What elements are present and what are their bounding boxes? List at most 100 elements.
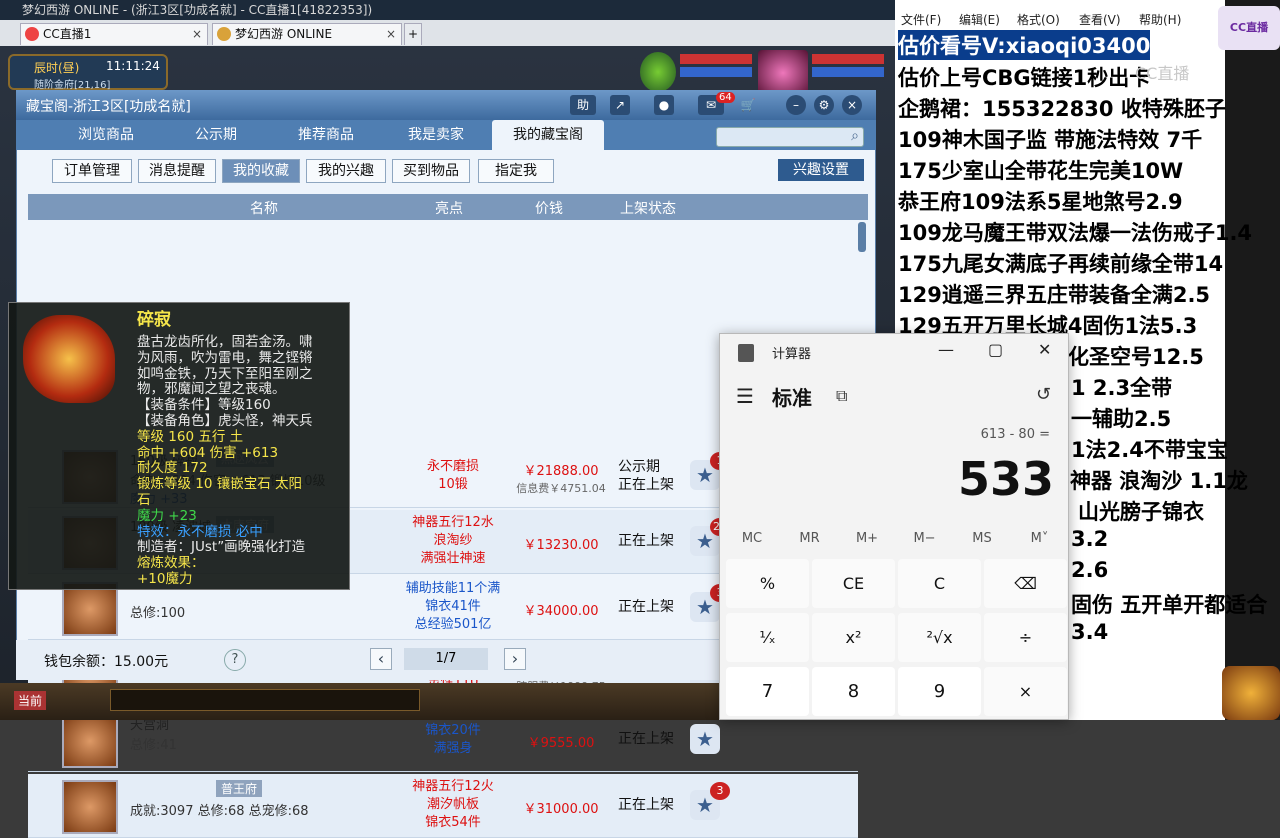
calc-key[interactable]: ÷: [984, 613, 1067, 662]
tab-my-market[interactable]: 我的藏宝阁: [492, 120, 604, 150]
notepad-line[interactable]: 2.6: [1071, 558, 1108, 582]
highlight-text: 辅助技能11个满: [405, 581, 501, 596]
notepad-line[interactable]: 1法2.4不带宝宝: [1071, 434, 1228, 464]
notepad-line[interactable]: 175少室山全带花生完美10W: [898, 155, 1183, 185]
tooltip-line: 熔炼效果：: [137, 555, 205, 572]
table-header: 名称 亮点 价钱 上架状态: [28, 194, 868, 220]
favorite-star-icon[interactable]: ★: [690, 724, 720, 754]
subtab-orders[interactable]: 订单管理: [52, 159, 132, 183]
listing-status: 公示期: [618, 459, 660, 475]
col-status: 上架状态: [620, 201, 676, 217]
notepad-line[interactable]: 企鹅裙：155322830 收特殊胚子: [898, 93, 1226, 123]
keep-on-top-icon[interactable]: ⧉: [836, 386, 847, 406]
notepad-line[interactable]: 一辅助2.5: [1071, 403, 1171, 433]
pet-avatar[interactable]: [640, 52, 676, 92]
chat-input[interactable]: [110, 689, 420, 711]
tab-seller[interactable]: 我是卖家: [386, 120, 486, 150]
notepad-line[interactable]: 129逍遥三界五庄带装备全满2.5: [898, 279, 1210, 309]
calc-key[interactable]: C: [898, 559, 981, 608]
tab-recommended[interactable]: 推荐商品: [276, 120, 376, 150]
tab-game[interactable]: 梦幻西游 ONLINE ×: [212, 23, 402, 45]
minimize-icon[interactable]: –: [786, 95, 806, 115]
notepad-line[interactable]: 3.2: [1071, 527, 1108, 551]
calc-key[interactable]: 8: [812, 667, 895, 716]
menu-icon[interactable]: ☰: [736, 384, 754, 408]
memory-button[interactable]: M˅: [1012, 531, 1068, 546]
help-button[interactable]: 助: [570, 95, 596, 115]
notepad-line[interactable]: 175九尾女满底子再续前缘全带14: [898, 248, 1223, 278]
memory-button[interactable]: MC: [724, 531, 780, 546]
subtab-bought[interactable]: 买到物品: [392, 159, 470, 183]
notepad-line[interactable]: 山光膀子锦衣: [1078, 496, 1204, 526]
close-icon[interactable]: ✕: [1038, 340, 1051, 359]
notepad-line[interactable]: 恭王府109法系5星地煞号2.9: [898, 186, 1183, 216]
memory-button[interactable]: M+: [839, 531, 895, 546]
tooltip-line: 命中 +604 伤害 +613: [137, 444, 279, 461]
col-price: 价钱: [535, 201, 563, 217]
calc-key[interactable]: ¹⁄ₓ: [726, 613, 809, 662]
tooltip-line: 石: [137, 492, 151, 508]
calc-key[interactable]: ²√x: [898, 613, 981, 662]
subtab-assigned[interactable]: 指定我: [478, 159, 554, 183]
notepad-line[interactable]: 109龙马魔王带双法爆一法伤戒子1.4: [898, 217, 1252, 247]
channel-label[interactable]: 当前: [14, 691, 47, 710]
search-icon[interactable]: ⌕: [851, 128, 859, 144]
table-row[interactable]: 普王府 成就:3097 总修:68 总宠修:68 神器五行12火 潮汐帆板 锦衣54件 ￥…: [28, 774, 858, 838]
calculator-icon: [738, 344, 754, 362]
notepad-line[interactable]: 1 2.3全带: [1071, 372, 1172, 402]
calc-key[interactable]: CE: [812, 559, 895, 608]
interest-settings-button[interactable]: 兴趣设置: [778, 159, 864, 181]
listing-status: 正在上架: [618, 533, 674, 549]
subtab-interests[interactable]: 我的兴趣: [306, 159, 386, 183]
menu-format[interactable]: 格式(O): [1017, 11, 1060, 28]
search-input[interactable]: ⌕: [716, 127, 864, 147]
calc-key[interactable]: x²: [812, 613, 895, 662]
subtab-favorites[interactable]: 我的收藏: [222, 159, 300, 183]
memory-button[interactable]: MR: [782, 531, 838, 546]
notepad-line[interactable]: 化圣空号12.5: [1068, 341, 1204, 371]
menu-edit[interactable]: 编辑(E): [959, 11, 1000, 28]
menu-file[interactable]: 文件(F): [901, 11, 941, 28]
item-stats: 总修:100: [130, 606, 186, 621]
notepad-line[interactable]: 神器 浪淘沙 1.1龙: [1070, 465, 1248, 495]
notepad-line[interactable]: 3.4: [1071, 620, 1108, 644]
calc-key[interactable]: ×: [984, 667, 1067, 716]
calc-key[interactable]: %: [726, 559, 809, 608]
settings-icon[interactable]: ⚙: [814, 95, 834, 115]
tab-public[interactable]: 公示期: [166, 120, 266, 150]
notepad-line[interactable]: 固伤 五开单开都适合: [1071, 589, 1267, 619]
item-thumbnail[interactable]: [62, 780, 118, 834]
memory-button[interactable]: M−: [897, 531, 953, 546]
item-thumbnail[interactable]: [62, 582, 118, 636]
notepad-line[interactable]: 估价看号V:xiaoqi03400: [898, 30, 1151, 60]
record-icon[interactable]: ●: [654, 95, 674, 115]
tab-cc-live[interactable]: CC直播1 ×: [20, 23, 208, 45]
share-icon[interactable]: ↗: [610, 95, 630, 115]
event-badge-icon[interactable]: [1222, 666, 1280, 720]
weapon-image: [23, 315, 115, 403]
next-page-button[interactable]: ›: [504, 648, 526, 670]
new-tab-button[interactable]: +: [404, 23, 422, 45]
tab-browse[interactable]: 浏览商品: [56, 120, 156, 150]
notepad-line[interactable]: 估价上号CBG链接1秒出卡: [898, 62, 1150, 92]
memory-button[interactable]: MS: [954, 531, 1010, 546]
item-thumbnail[interactable]: [62, 714, 118, 768]
subtab-notifications[interactable]: 消息提醒: [138, 159, 216, 183]
close-icon[interactable]: ×: [842, 95, 862, 115]
menu-view[interactable]: 查看(V): [1079, 11, 1121, 28]
calc-key[interactable]: ⌫: [984, 559, 1067, 608]
notepad-line[interactable]: 109神木国子监 带施法特效 7千: [898, 124, 1202, 154]
scrollbar-thumb[interactable]: [858, 222, 866, 252]
maximize-icon[interactable]: ▢: [988, 340, 1003, 359]
close-tab-icon[interactable]: ×: [192, 24, 202, 44]
cart-icon[interactable]: 🛒: [738, 95, 758, 115]
calc-key[interactable]: 7: [726, 667, 809, 716]
close-tab-icon[interactable]: ×: [386, 24, 396, 44]
tooltip-line: 耐久度 172: [137, 460, 208, 477]
history-icon[interactable]: ↺: [1036, 384, 1051, 405]
minimize-icon[interactable]: —: [938, 340, 954, 359]
menu-help[interactable]: 帮助(H): [1139, 11, 1181, 28]
prev-page-button[interactable]: ‹: [370, 648, 392, 670]
help-icon[interactable]: ?: [224, 649, 246, 671]
calc-key[interactable]: 9: [898, 667, 981, 716]
